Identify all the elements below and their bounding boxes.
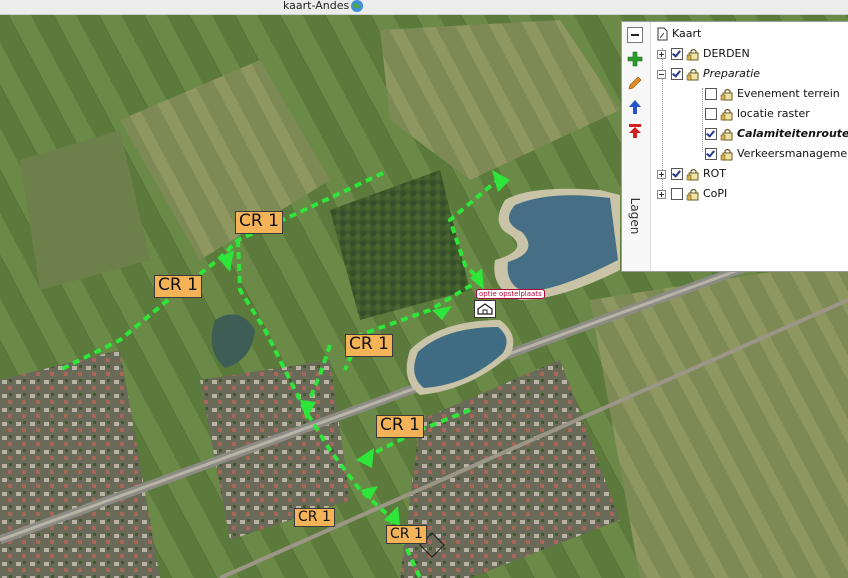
layer-label: ROT (703, 167, 727, 180)
layer-checkbox[interactable] (671, 188, 683, 200)
layer-label: DERDEN (703, 47, 750, 60)
arrow-up-icon (629, 100, 641, 114)
poi-label: optie opstelplaats (476, 289, 545, 299)
layer-label: Verkeersmanagement (737, 147, 848, 160)
layer-label: locatie raster (737, 107, 810, 120)
layer-checkbox[interactable] (705, 128, 717, 140)
add-layer-button[interactable] (627, 51, 643, 67)
route-label: CR 1 (235, 211, 283, 234)
route-label: CR 1 (345, 334, 393, 357)
layer-lock-icon (720, 128, 733, 141)
tree-line (702, 88, 703, 152)
move-layer-up-button[interactable] (627, 99, 643, 115)
globe-icon (351, 0, 363, 12)
edit-layer-button[interactable] (627, 75, 643, 91)
plus-icon (627, 51, 643, 67)
layer-lock-icon (686, 168, 699, 181)
layer-tree: Kaart DERDEN Preparatie Evenement terrein l… (650, 22, 848, 271)
layer-checkbox[interactable] (705, 108, 717, 120)
layer-root-label: Kaart (672, 27, 702, 40)
minus-icon (631, 34, 639, 36)
route-label: CR 1 (294, 508, 335, 527)
window-titlebar: kaart-Andes (0, 0, 848, 15)
layer-checkbox[interactable] (705, 148, 717, 160)
layer-checkbox[interactable] (671, 68, 683, 80)
remove-top-icon (629, 124, 641, 138)
house-icon[interactable] (474, 300, 496, 318)
collapse-panel-button[interactable] (627, 27, 643, 43)
expand-icon[interactable] (657, 190, 666, 199)
layer-lock-icon (720, 88, 733, 101)
pencil-icon (628, 76, 642, 90)
layer-label: CoPI (703, 187, 728, 200)
route-label: CR 1 (376, 415, 424, 438)
expand-icon[interactable] (657, 50, 666, 59)
tab-lagen[interactable]: Lagen (622, 182, 648, 252)
page-icon (657, 27, 668, 41)
layer-lock-icon (686, 188, 699, 201)
window-title: kaart-Andes (283, 0, 350, 12)
route-label: CR 1 (154, 275, 202, 298)
layer-checkbox[interactable] (671, 48, 683, 60)
move-layer-top-button[interactable] (627, 123, 643, 139)
layers-toolbar: Lagen (622, 22, 648, 271)
layer-lock-icon (720, 148, 733, 161)
layer-label: Preparatie (703, 67, 761, 80)
tab-lagen-label: Lagen (628, 197, 642, 235)
layers-panel: Lagen Kaart DERDEN Preparatie Evenement te… (621, 21, 848, 272)
layer-label: Evenement terrein (737, 87, 840, 100)
layer-lock-icon (720, 108, 733, 121)
expand-icon[interactable] (657, 170, 666, 179)
layer-checkbox[interactable] (705, 88, 717, 100)
route-label: CR 1 (386, 525, 427, 544)
layer-label: Calamiteitenroute (737, 127, 848, 140)
layer-checkbox[interactable] (671, 168, 683, 180)
layer-lock-icon (686, 48, 699, 61)
layer-lock-icon (686, 68, 699, 81)
collapse-icon[interactable] (657, 70, 666, 79)
